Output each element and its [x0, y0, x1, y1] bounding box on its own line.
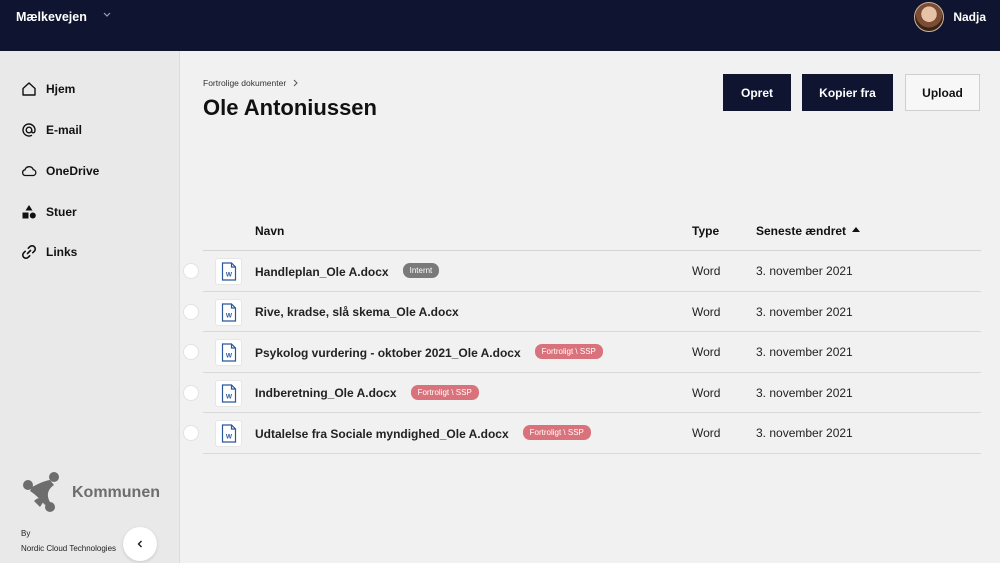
table-row[interactable]: W Psykolog vurdering - oktober 2021_Ole A…	[183, 332, 981, 373]
svg-text:W: W	[225, 272, 232, 279]
column-header-modified-label: Seneste ændret	[756, 224, 847, 238]
word-doc-icon: W	[221, 343, 236, 362]
home-icon	[22, 82, 36, 96]
at-icon	[22, 123, 36, 137]
classification-badge: Internt	[402, 263, 440, 278]
sidebar-item-label: OneDrive	[46, 164, 100, 178]
svg-text:W: W	[225, 353, 232, 360]
type-cell: Word	[692, 345, 721, 359]
shapes-icon	[22, 205, 36, 219]
file-name-link[interactable]: Handleplan_Ole A.docx	[255, 265, 389, 279]
file-name-link[interactable]: Udtalelse fra Sociale myndighed_Ole A.do…	[255, 427, 509, 441]
sidebar-item-label: E-mail	[46, 123, 83, 137]
sidebar-item-hjem[interactable]: Hjem	[20, 78, 75, 100]
chevron-right-icon	[293, 79, 298, 87]
logo-text: Kommunen	[72, 484, 160, 501]
sidebar-item-email[interactable]: E-mail	[20, 119, 82, 141]
chevron-left-icon	[137, 540, 142, 548]
row-select-radio[interactable]	[183, 344, 199, 360]
page-title: Ole Antoniussen	[203, 95, 377, 120]
sidebar-item-stuer[interactable]: Stuer	[20, 201, 77, 223]
maker-name: Nordic Cloud Technologies	[21, 544, 117, 553]
link-icon	[21, 244, 37, 260]
word-doc-icon: W	[221, 262, 236, 281]
type-cell: Word	[692, 426, 721, 440]
file-name-link[interactable]: Indberetning_Ole A.docx	[255, 386, 397, 400]
word-doc-icon: W	[221, 424, 236, 443]
file-icon: W	[215, 420, 242, 447]
file-name-link[interactable]: Rive, kradse, slå skema_Ole A.docx	[255, 305, 459, 319]
date-cell: 3. november 2021	[756, 264, 853, 278]
user-menu[interactable]: Nadja	[914, 2, 986, 32]
collapse-sidebar-button[interactable]	[123, 527, 157, 561]
row-select-radio[interactable]	[183, 303, 199, 320]
classification-badge: Fortroligt \ SSP	[410, 384, 479, 400]
breadcrumb-link[interactable]: Fortrolige dokumenter	[203, 78, 286, 88]
table-header: Navn Type Seneste ændret	[203, 211, 981, 251]
row-select-radio[interactable]	[183, 384, 199, 401]
date-cell: 3. november 2021	[756, 304, 853, 319]
main-content: Fortrolige dokumenter Ole Antoniussen Op…	[181, 51, 1000, 563]
sort-ascending-icon[interactable]	[852, 227, 861, 233]
row-select-radio[interactable]	[183, 425, 199, 441]
upload-button[interactable]: Upload	[905, 74, 980, 111]
name-cell: Udtalelse fra Sociale myndighed_Ole A.do…	[255, 425, 591, 441]
cloud-icon	[22, 166, 37, 177]
type-cell: Word	[692, 304, 721, 319]
documents-table: Navn Type Seneste ændret W Handleplan_Ole…	[183, 211, 981, 454]
sidebar: Hjem E-mail OneDrive Stuer Links Kommune…	[0, 51, 180, 563]
file-icon: W	[215, 339, 242, 366]
file-name-link[interactable]: Psykolog vurdering - oktober 2021_Ole A.…	[255, 346, 521, 360]
table-row[interactable]: W Rive, kradse, slå skema_Ole A.docx Word 3…	[183, 292, 981, 332]
sidebar-item-onedrive[interactable]: OneDrive	[20, 160, 99, 182]
svg-text:W: W	[225, 434, 232, 441]
file-icon: W	[215, 298, 242, 326]
name-cell: Psykolog vurdering - oktober 2021_Ole A.…	[255, 344, 603, 360]
column-header-modified[interactable]: Seneste ændret	[756, 224, 861, 238]
breadcrumb: Fortrolige dokumenter	[203, 78, 299, 88]
file-icon: W	[215, 379, 242, 407]
copy-from-button[interactable]: Kopier fra	[802, 74, 893, 111]
user-name[interactable]: Nadja	[953, 10, 986, 24]
sidebar-item-label: Stuer	[46, 205, 77, 219]
top-bar: Mælkevejen Nadja	[0, 0, 1000, 51]
date-cell: 3. november 2021	[756, 385, 853, 400]
by-label: By	[21, 529, 31, 538]
classification-badge: Fortroligt \ SSP	[522, 425, 591, 440]
kommunen-logo: Kommunen	[20, 469, 160, 517]
name-cell: Indberetning_Ole A.docx Fortroligt \ SSP	[255, 384, 479, 401]
table-body: W Handleplan_Ole A.docx Internt Word 3. nove…	[183, 251, 981, 454]
sidebar-item-label: Hjem	[46, 82, 76, 96]
type-cell: Word	[692, 385, 721, 400]
file-icon: W	[215, 258, 242, 285]
date-cell: 3. november 2021	[756, 345, 853, 359]
table-row[interactable]: W Udtalelse fra Sociale myndighed_Ole A.d…	[183, 413, 981, 454]
create-button[interactable]: Opret	[723, 74, 791, 111]
table-row[interactable]: W Indberetning_Ole A.docx Fortroligt \ SSP…	[183, 373, 981, 413]
type-cell: Word	[692, 264, 721, 278]
name-cell: Handleplan_Ole A.docx Internt	[255, 263, 440, 279]
column-header-name[interactable]: Navn	[255, 224, 284, 238]
date-cell: 3. november 2021	[756, 426, 853, 440]
sidebar-item-links[interactable]: Links	[20, 241, 77, 263]
org-name[interactable]: Mælkevejen	[16, 10, 87, 24]
svg-text:W: W	[225, 312, 232, 319]
kommunen-logo-icon	[23, 472, 59, 512]
word-doc-icon: W	[221, 302, 236, 322]
sidebar-item-label: Links	[46, 245, 78, 259]
classification-badge: Fortroligt \ SSP	[534, 344, 603, 359]
name-cell: Rive, kradse, slå skema_Ole A.docx	[255, 305, 459, 319]
column-header-type[interactable]: Type	[692, 224, 719, 238]
chevron-down-icon[interactable]	[102, 9, 112, 19]
table-row[interactable]: W Handleplan_Ole A.docx Internt Word 3. nove…	[183, 251, 981, 292]
word-doc-icon: W	[221, 383, 236, 403]
row-select-radio[interactable]	[183, 263, 199, 279]
svg-text:W: W	[225, 393, 232, 400]
avatar[interactable]	[914, 2, 945, 32]
